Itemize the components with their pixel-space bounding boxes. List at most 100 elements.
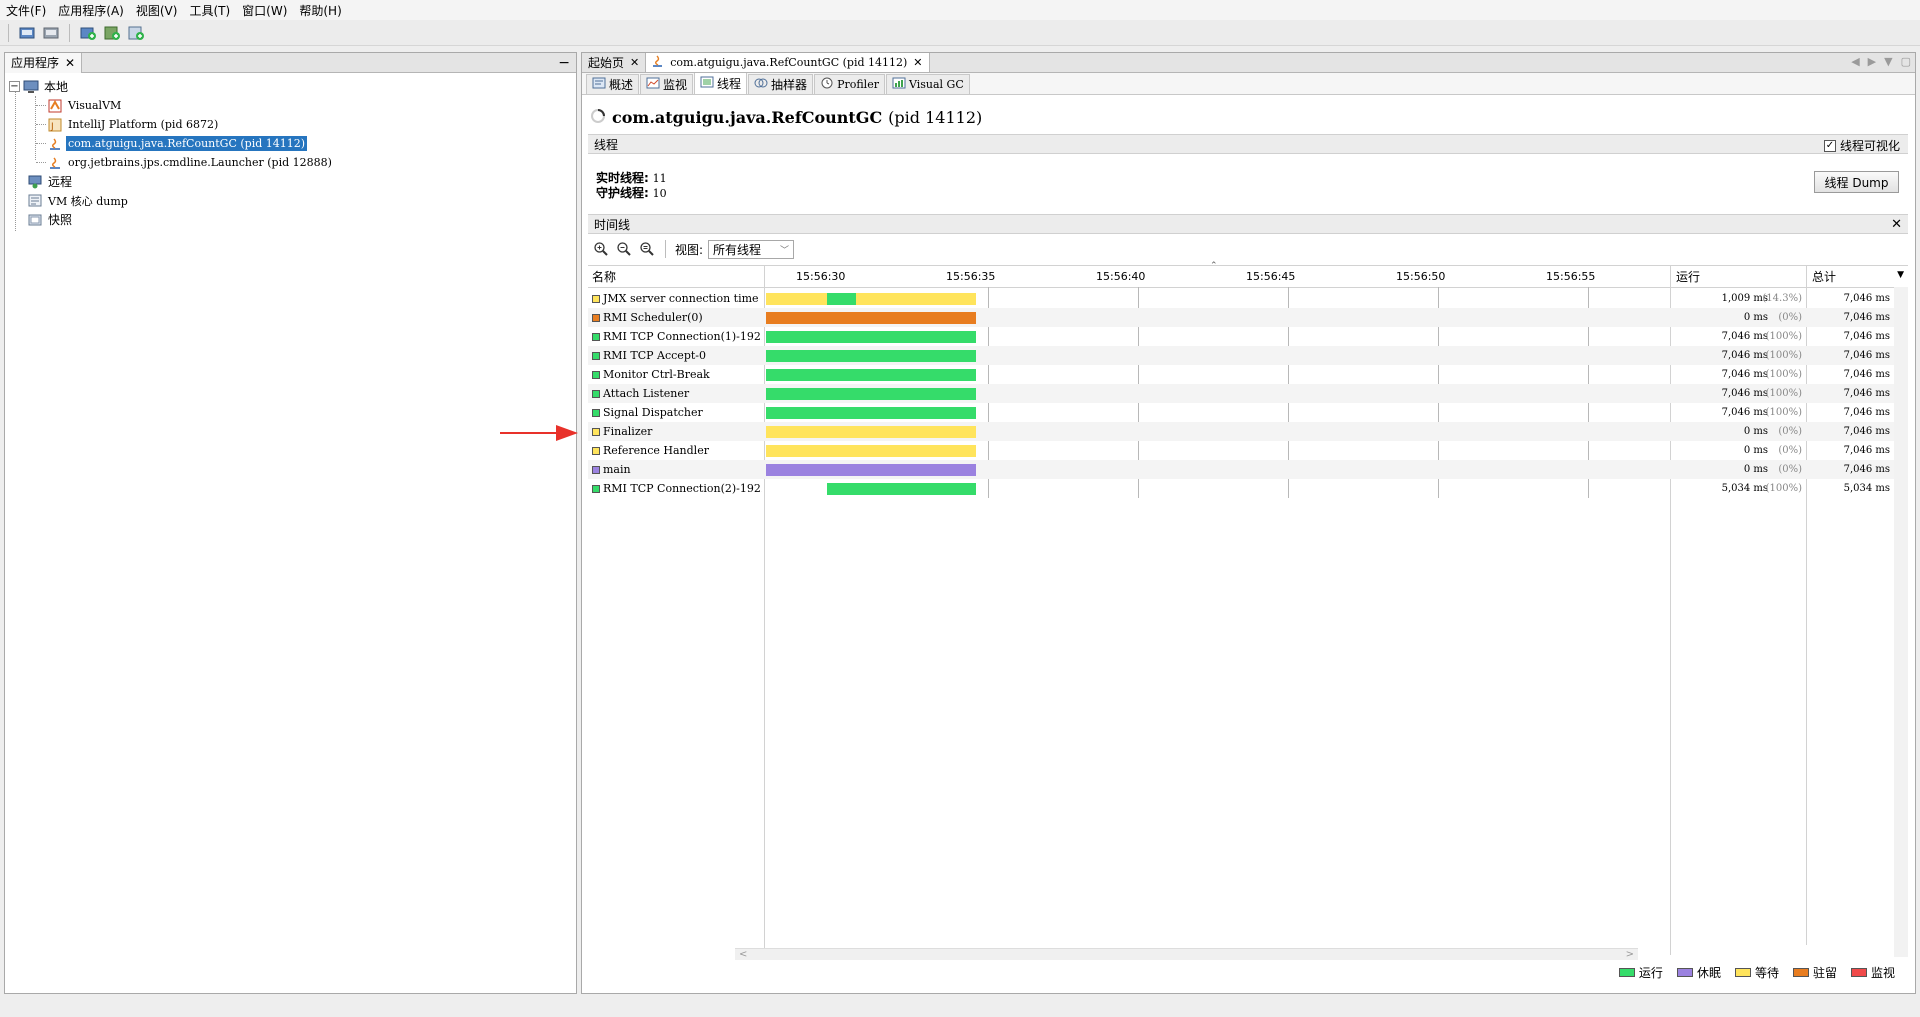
- thread-row[interactable]: Finalizer 0 ms (0%) 7,046 ms: [588, 422, 1908, 441]
- tab-overview[interactable]: 概述: [586, 74, 640, 94]
- thread-running-time: 7,046 ms: [1721, 331, 1768, 342]
- thread-running-percent: (100%): [1765, 331, 1802, 342]
- thread-name-cell: RMI TCP Connection(1)-192.1: [592, 327, 762, 346]
- legend-item: 监视: [1850, 964, 1895, 981]
- zoom-out-icon[interactable]: [615, 240, 633, 258]
- column-header-running[interactable]: 运行: [1676, 265, 1806, 287]
- checkbox-checked-icon[interactable]: ✓: [1823, 139, 1836, 152]
- remote-host-icon: [27, 174, 43, 190]
- tab-monitor[interactable]: 监视: [640, 74, 694, 94]
- profiler-tab-label: Profiler: [837, 78, 879, 91]
- visual-gc-tab-label: Visual GC: [908, 78, 964, 91]
- add-core-dump-icon[interactable]: [102, 23, 122, 43]
- threads-section-header: 线程 ✓ 线程可视化: [588, 134, 1908, 154]
- legend-label: 运行: [1638, 966, 1663, 980]
- collapse-icon[interactable]: −: [9, 81, 20, 92]
- thread-row[interactable]: Monitor Ctrl-Break 7,046 ms (100%) 7,046 ms: [588, 365, 1908, 384]
- vertical-scrollbar[interactable]: [1894, 287, 1908, 957]
- chevron-left-icon[interactable]: ◀: [1851, 55, 1859, 68]
- time-tick-label: 15:56:30: [796, 269, 846, 283]
- minimize-icon[interactable]: −: [558, 55, 570, 71]
- legend-label: 驻留: [1812, 966, 1837, 980]
- menu-application[interactable]: 应用程序(A): [52, 2, 130, 19]
- maximize-icon[interactable]: ▢: [1901, 55, 1911, 68]
- tree-node-jps-launcher[interactable]: org.jetbrains.jps.cmdline.Launcher (pid …: [9, 153, 576, 172]
- add-host-icon[interactable]: [126, 23, 146, 43]
- thread-name-cell: Finalizer: [592, 422, 762, 441]
- close-icon[interactable]: ✕: [630, 56, 639, 69]
- menu-file[interactable]: 文件(F): [0, 2, 52, 19]
- tab-applications[interactable]: 应用程序 ✕: [5, 52, 83, 73]
- process-tab-label: com.atguigu.java.RefCountGC (pid 14112): [670, 56, 908, 69]
- tree-node-vm-core-dump[interactable]: VM 核心 dump: [9, 191, 576, 210]
- menu-window[interactable]: 窗口(W): [236, 2, 293, 19]
- thread-row[interactable]: RMI TCP Accept-0 7,046 ms (100%) 7,046 ms: [588, 346, 1908, 365]
- tree-connector: [36, 162, 46, 163]
- chevron-right-icon[interactable]: ▶: [1868, 55, 1876, 68]
- thread-row[interactable]: main 0 ms (0%) 7,046 ms: [588, 460, 1908, 479]
- thread-state-swatch: [592, 389, 600, 398]
- threads-tab-label: 线程: [717, 77, 742, 91]
- zoom-fit-icon[interactable]: [638, 240, 656, 258]
- chevron-down-icon[interactable]: ▼: [1884, 55, 1892, 68]
- java-app-icon: [652, 55, 664, 70]
- tree-node-snapshots[interactable]: 快照: [9, 210, 576, 229]
- toolbar: [0, 20, 1920, 46]
- horizontal-scrollbar[interactable]: < >: [735, 948, 1638, 960]
- thread-running-percent: (100%): [1765, 407, 1802, 418]
- add-jmx-icon[interactable]: [78, 23, 98, 43]
- view-select[interactable]: 所有线程 ﹀: [708, 239, 795, 259]
- tree-node-visualvm[interactable]: VisualVM: [9, 96, 576, 115]
- computer-icon: [23, 79, 39, 95]
- thread-row[interactable]: Reference Handler 0 ms (0%) 7,046 ms: [588, 441, 1908, 460]
- thread-row[interactable]: JMX server connection time 1,009 ms (14.3%…: [588, 289, 1908, 308]
- tab-profiler[interactable]: Profiler: [814, 74, 885, 94]
- tab-visual-gc[interactable]: Visual GC: [885, 74, 970, 94]
- thread-name: main: [603, 463, 631, 476]
- column-header-name[interactable]: 名称: [592, 265, 732, 287]
- tree-label-visualvm: VisualVM: [68, 99, 122, 112]
- thread-state-bar: [766, 445, 976, 457]
- thread-running-time: 5,034 ms: [1721, 483, 1768, 494]
- thread-row[interactable]: RMI TCP Connection(2)-192.1 5,034 ms (100%…: [588, 479, 1908, 498]
- menu-view[interactable]: 视图(V): [130, 2, 184, 19]
- tab-navigation: ◀ ▶ ▼ ▢: [1851, 55, 1911, 68]
- chevron-up-icon[interactable]: ⌃: [1210, 261, 1218, 271]
- thread-running-time: 7,046 ms: [1721, 369, 1768, 380]
- thread-row[interactable]: Attach Listener 7,046 ms (100%) 7,046 ms: [588, 384, 1908, 403]
- close-icon[interactable]: ✕: [65, 56, 75, 70]
- save-snapshot-icon[interactable]: [41, 23, 61, 43]
- annotation-arrow-icon: [500, 425, 578, 441]
- load-app-icon[interactable]: [17, 23, 37, 43]
- thread-running-percent: (0%): [1778, 445, 1802, 456]
- tree-node-local[interactable]: − 本地: [9, 77, 576, 96]
- threads-visualize-checkbox[interactable]: ✓ 线程可视化: [1823, 137, 1900, 154]
- applications-tab-label: 应用程序: [11, 56, 60, 70]
- scroll-left-icon[interactable]: <: [739, 949, 747, 960]
- thread-name: RMI Scheduler(0): [603, 311, 703, 324]
- thread-row[interactable]: Signal Dispatcher 7,046 ms (100%) 7,046 ms: [588, 403, 1908, 422]
- tree-node-refcountgc[interactable]: com.atguigu.java.RefCountGC (pid 14112): [9, 134, 576, 153]
- thread-state-bar: [856, 293, 976, 305]
- daemon-threads-stat: 守护线程: 10: [596, 186, 667, 201]
- thread-row[interactable]: RMI TCP Connection(1)-192.1 7,046 ms (100%…: [588, 327, 1908, 346]
- menu-help[interactable]: 帮助(H): [293, 2, 347, 19]
- column-header-total[interactable]: 总计: [1812, 265, 1892, 287]
- menu-tools[interactable]: 工具(T): [183, 2, 236, 19]
- thread-dump-button[interactable]: 线程 Dump: [1814, 171, 1899, 193]
- zoom-in-icon[interactable]: [592, 240, 610, 258]
- close-icon[interactable]: ✕: [913, 56, 922, 69]
- thread-row[interactable]: RMI Scheduler(0) 0 ms (0%) 7,046 ms: [588, 308, 1908, 327]
- tree-label-refcountgc: com.atguigu.java.RefCountGC (pid 14112): [66, 136, 308, 151]
- thread-running-time: 7,046 ms: [1721, 388, 1768, 399]
- tab-threads[interactable]: 线程: [694, 72, 748, 94]
- tab-sampler[interactable]: 抽样器: [748, 74, 814, 94]
- scroll-right-icon[interactable]: >: [1626, 949, 1634, 960]
- snapshot-icon: [27, 212, 43, 228]
- close-icon[interactable]: ✕: [1891, 217, 1902, 232]
- column-menu-icon[interactable]: ▼: [1897, 270, 1904, 280]
- tab-start-page[interactable]: 起始页 ✕: [582, 53, 647, 72]
- tree-node-remote[interactable]: 远程: [9, 172, 576, 191]
- tab-process[interactable]: com.atguigu.java.RefCountGC (pid 14112) …: [646, 53, 930, 72]
- tree-node-intellij[interactable]: J IntelliJ Platform (pid 6872): [9, 115, 576, 134]
